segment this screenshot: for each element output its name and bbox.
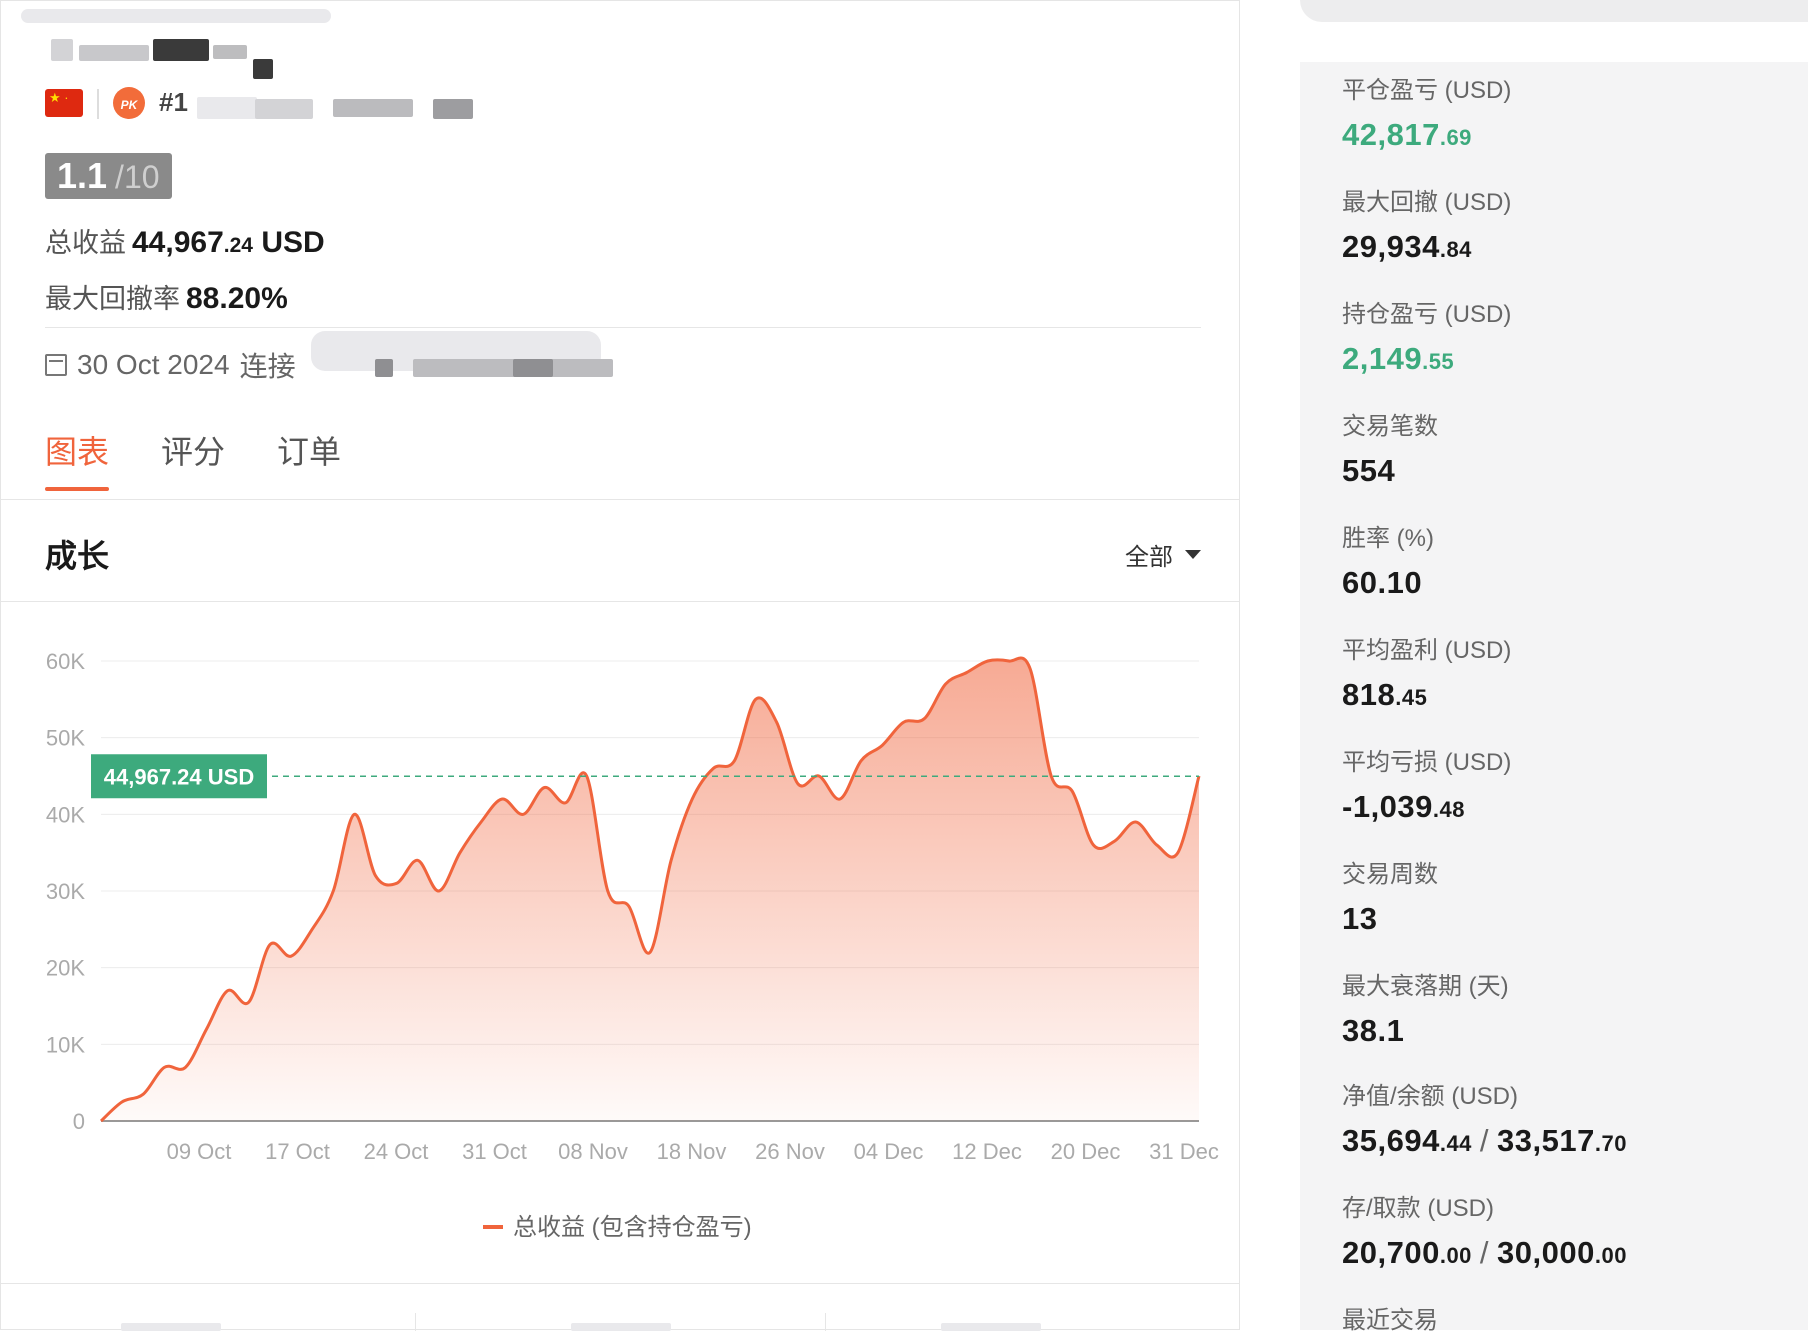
series-area — [101, 658, 1199, 1121]
metric-label: 持仓盈亏 (USD) — [1342, 301, 1512, 328]
metric-label: 最大回撤 (USD) — [1342, 189, 1512, 216]
metric-item: 交易周数 13 — [1342, 854, 1438, 937]
metric-label: 净值/余额 (USD) — [1342, 1083, 1518, 1110]
metric-label: 存/取款 (USD) — [1342, 1195, 1494, 1222]
max-drawdown-value: 88.20% — [186, 282, 288, 315]
tab-chart[interactable]: 图表 — [45, 427, 110, 491]
tab-orders[interactable]: 订单 — [277, 427, 341, 491]
x-tick-label: 04 Dec — [854, 1139, 924, 1164]
total-profit-line: 总收益 44,967.24 USD — [45, 221, 325, 260]
metric-value: 554 — [1342, 453, 1396, 488]
y-tick-label: 10K — [46, 1032, 85, 1057]
blurred-connection-details — [513, 359, 553, 377]
y-tick-label: 20K — [46, 956, 85, 981]
y-tick-label: 50K — [46, 726, 85, 751]
blurred-account-name — [79, 45, 149, 61]
blurred-account-name — [51, 39, 73, 61]
metric-value: 13 — [1342, 901, 1378, 936]
metric-value: 29,934.84 — [1342, 229, 1472, 264]
y-tick-label: 0 — [73, 1109, 85, 1134]
metric-value: 60.10 — [1342, 565, 1423, 600]
metric-label: 交易笔数 — [1342, 413, 1438, 440]
metric-label: 最大衰落期 (天) — [1342, 973, 1509, 1000]
blurred-connection-details — [375, 359, 393, 377]
metric-item: 持仓盈亏 (USD) 2,149.55 — [1342, 294, 1511, 377]
metric-label: 胜率 (%) — [1342, 525, 1434, 552]
metric-item: 最大回撤 (USD) 29,934.84 — [1342, 182, 1511, 265]
x-tick-label: 24 Oct — [364, 1139, 429, 1164]
metric-label: 平均亏损 (USD) — [1342, 749, 1512, 776]
metric-equity-balance: 净值/余额 (USD) 35,694.44/33,517.70 — [1342, 1076, 1627, 1159]
metric-item: 交易笔数 554 — [1342, 406, 1438, 489]
growth-chart: 0 10K 20K 30K 40K 50K 60K 09 Oct 17 Oct 24 Oct 31 … — [46, 649, 1219, 1241]
metric-item: 最大衰落期 (天) 38.1 — [1342, 966, 1509, 1049]
metric-value: 38.1 — [1342, 1013, 1405, 1048]
rank-label: #1 — [159, 87, 188, 117]
divider — [825, 1313, 826, 1331]
metric-item: 胜率 (%) 60.10 — [1342, 518, 1434, 601]
blurred-rank-details — [197, 97, 257, 119]
deposits-value: 20,700.00/30,000.00 — [1342, 1235, 1627, 1270]
y-tick-label: 60K — [46, 649, 85, 674]
score-value: 1.1 — [57, 155, 108, 196]
blurred-rank-details — [333, 99, 413, 117]
metric-value: 818.45 — [1342, 677, 1428, 712]
metric-label: 交易周数 — [1342, 861, 1438, 888]
connected-date-value: 30 Oct 2024 — [77, 349, 230, 380]
connected-date: 30 Oct 2024 连接 — [45, 345, 296, 385]
connected-text: 连接 — [239, 351, 296, 382]
metric-item: 平均盈利 (USD) 818.45 — [1342, 630, 1511, 713]
total-profit-label: 总收益 — [45, 228, 126, 258]
metric-item: 平仓盈亏 (USD) 42,817.69 — [1342, 70, 1511, 153]
divider — [45, 327, 1201, 328]
x-tick-label: 31 Oct — [462, 1139, 527, 1164]
tab-score[interactable]: 评分 — [161, 427, 225, 491]
metric-value: 2,149.55 — [1342, 341, 1455, 376]
max-drawdown-label: 最大回撤率 — [45, 284, 180, 314]
range-dropdown-value: 全部 — [1125, 544, 1173, 571]
metric-value: -1,039.48 — [1342, 789, 1465, 824]
x-tick-label: 09 Oct — [167, 1139, 232, 1164]
caret-down-icon — [1185, 550, 1201, 559]
legend-label: 总收益 (包含持仓盈亏) — [513, 1214, 752, 1241]
blurred-account-name — [21, 9, 331, 23]
equity-balance-value: 35,694.44/33,517.70 — [1342, 1123, 1627, 1158]
account-panel: ★ · PK #1 1.1 /10 总收益 44,967.24 USD 最大回撤率… — [0, 0, 1240, 1331]
current-value-label: 44,967.24 USD — [104, 764, 254, 789]
x-tick-label: 12 Dec — [952, 1139, 1022, 1164]
tab-bar: 图表 评分 订单 — [45, 427, 393, 491]
score-max: /10 — [115, 159, 160, 195]
blurred-account-name — [253, 59, 273, 79]
x-tick-label: 08 Nov — [558, 1139, 628, 1164]
pk-fire-icon: PK — [113, 87, 145, 119]
blurred-account-name — [153, 39, 209, 61]
metric-value: 42,817.69 — [1342, 117, 1472, 152]
calendar-icon — [45, 354, 67, 376]
score-badge: 1.1 /10 — [45, 153, 172, 199]
blurred-rank-details — [255, 99, 313, 119]
x-tick-label: 17 Oct — [265, 1139, 330, 1164]
x-tick-label: 26 Nov — [755, 1139, 825, 1164]
range-dropdown[interactable]: 全部 — [1125, 537, 1201, 572]
x-tick-label: 18 Nov — [657, 1139, 727, 1164]
divider — [1, 499, 1239, 500]
total-profit-value: 44,967.24 USD — [132, 226, 325, 259]
divider — [415, 1313, 416, 1331]
divider — [1, 1283, 1239, 1284]
metric-label: 平仓盈亏 (USD) — [1342, 77, 1512, 104]
x-tick-label: 31 Dec — [1149, 1139, 1219, 1164]
blurred-rank-details — [433, 99, 473, 119]
growth-title: 成长 — [45, 538, 110, 574]
metric-label: 平均盈利 (USD) — [1342, 637, 1512, 664]
metric-item: 平均亏损 (USD) -1,039.48 — [1342, 742, 1511, 825]
x-tick-label: 20 Dec — [1051, 1139, 1121, 1164]
y-tick-label: 40K — [46, 802, 85, 827]
y-tick-label: 30K — [46, 879, 85, 904]
blurred-account-name — [213, 45, 247, 59]
max-drawdown-line: 最大回撤率 88.20% — [45, 277, 288, 316]
divider — [97, 89, 99, 119]
top-right-bar — [1300, 0, 1808, 22]
china-flag-icon: ★ · — [45, 89, 83, 117]
metric-deposits: 存/取款 (USD) 20,700.00/30,000.00 — [1342, 1188, 1627, 1271]
